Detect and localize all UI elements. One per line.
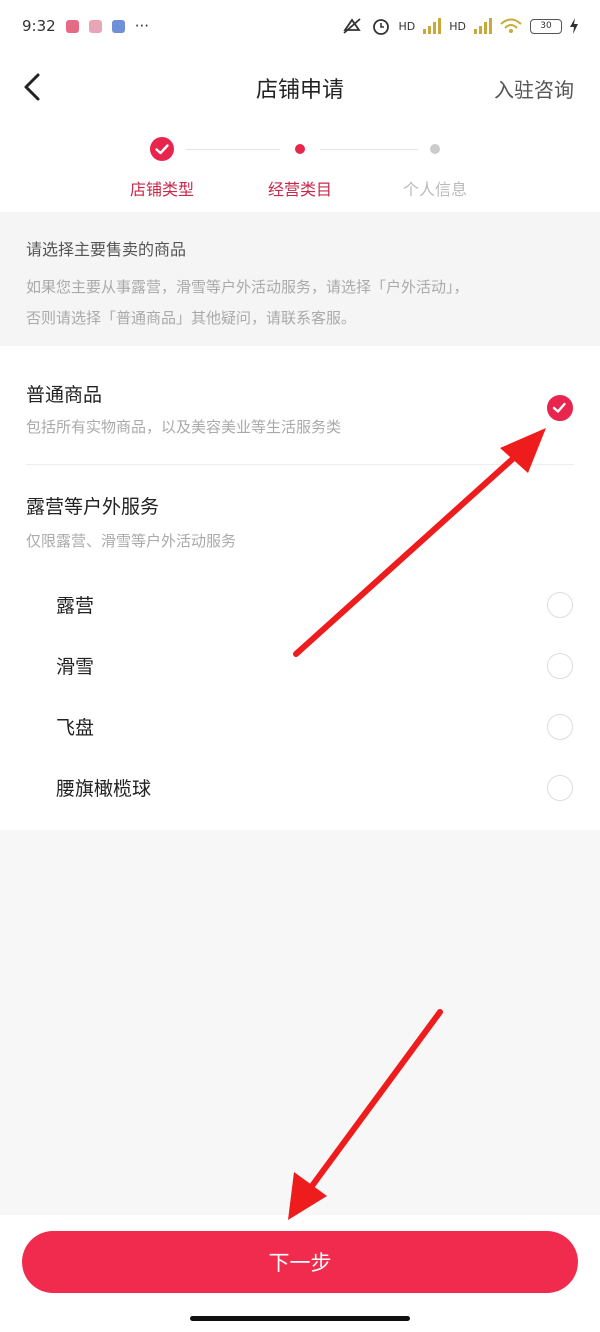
status-time: 9:32: [22, 17, 56, 35]
step-shop-type: 店铺类型: [92, 136, 232, 200]
step-personal-info: 个人信息: [365, 136, 505, 200]
signal-icon: [474, 18, 492, 34]
wifi-icon: [500, 18, 522, 33]
notice-line: 如果您主要从事露营，滑雪等户外活动服务，请选择「户外活动」，: [26, 278, 469, 296]
sub-option-label: 滑雪: [56, 656, 95, 678]
sub-option-label: 腰旗橄榄球: [56, 778, 152, 800]
notice-line: 否则请选择「普通商品」其他疑问，请联系客服。: [26, 309, 357, 327]
check-circle-icon: [150, 137, 174, 161]
notification-icon: [111, 19, 125, 33]
option-subtitle: 包括所有实物商品，以及美容美业等生活服务类: [26, 418, 342, 436]
sub-option-label: 飞盘: [56, 717, 95, 739]
option-subtitle: 仅限露营、滑雪等户外活动服务: [26, 532, 237, 550]
step-label: 个人信息: [402, 180, 467, 199]
category-options: 普通商品 包括所有实物商品，以及美容美业等生活服务类 露营等户外服务 仅限露营、…: [0, 346, 600, 830]
pending-step-dot: [430, 144, 440, 154]
charging-icon: [570, 18, 578, 34]
notification-icon: [88, 19, 102, 33]
option-title: 露营等户外服务: [26, 496, 160, 518]
skiing-radio[interactable]: [547, 653, 573, 679]
notice-title: 请选择主要售卖的商品: [26, 240, 187, 259]
battery-icon: 30: [530, 18, 562, 34]
home-indicator: [190, 1316, 410, 1321]
hd-label: HD: [398, 19, 416, 33]
arrow-to-next-button: [288, 1009, 443, 1220]
footer-bar: 下一步: [0, 1215, 600, 1332]
more-notifications-icon: ···: [134, 17, 149, 35]
option-title: 普通商品: [26, 384, 103, 406]
flag-football-radio[interactable]: [547, 775, 573, 801]
notification-icon: [65, 19, 79, 33]
general-radio[interactable]: [547, 395, 573, 421]
camping-radio[interactable]: [547, 592, 573, 618]
consult-link[interactable]: 入驻咨询: [494, 74, 574, 103]
mute-icon: [342, 18, 361, 34]
category-notice: 请选择主要售卖的商品 如果您主要从事露营，滑雪等户外活动服务，请选择「户外活动」…: [0, 212, 600, 346]
progress-steps: 店铺类型 经营类目 个人信息: [0, 122, 600, 212]
frisbee-radio[interactable]: [547, 714, 573, 740]
step-business-category: 经营类目: [230, 136, 370, 200]
check-icon: [552, 402, 566, 413]
nav-bar: 店铺申请 入驻咨询: [0, 52, 600, 122]
sub-option-label: 露营: [56, 595, 95, 617]
next-step-button[interactable]: 下一步: [22, 1231, 578, 1293]
signal-icon: [423, 18, 442, 34]
divider: [26, 464, 574, 465]
current-step-dot: [295, 144, 305, 154]
hd-label: HD: [449, 19, 466, 33]
status-bar: 9:32 ··· HD HD 30: [0, 0, 600, 52]
alarm-icon: [372, 19, 389, 35]
step-label: 经营类目: [267, 180, 332, 199]
step-label: 店铺类型: [129, 180, 194, 199]
